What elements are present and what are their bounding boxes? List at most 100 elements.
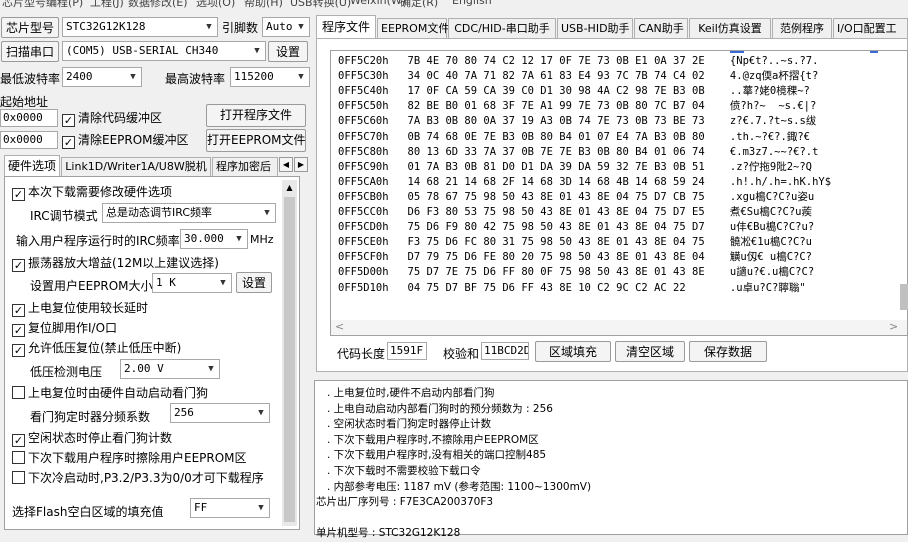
clear-region-button[interactable]: 清空区域 [615,341,685,362]
lvd-reset-checkbox[interactable]: ✓ 允许低压复位(禁止低压中断) [12,341,181,357]
reset-pin-io-checkbox[interactable]: ✓ 复位脚用作I/O口 [12,321,117,337]
hex-horizontal-scrollbar[interactable]: < > [331,320,907,335]
menu-item[interactable]: USB转换(U) [290,0,351,10]
code-start-address-input[interactable]: 0x0000 [0,109,58,127]
tab-can[interactable]: CAN助手 [634,18,688,39]
checkbox-box[interactable] [12,451,25,464]
tab-offline-writer[interactable]: Link1D/Writer1A/U8W脱机 [61,157,211,176]
tab-scroll-left-icon[interactable]: ◀ [279,157,293,172]
chevron-down-icon: ▼ [293,18,309,36]
idle-stop-wdt-checkbox[interactable]: ✓ 空闲状态时停止看门狗计数 [12,431,172,447]
tab-keil-debug[interactable]: Keil仿真设置 [689,18,771,39]
max-baud-select[interactable]: 115200 ▼ [230,67,310,87]
erase-eeprom-checkbox[interactable]: 下次下载用户程序时擦除用户EEPROM区 [12,451,247,465]
menu-item[interactable]: English [452,0,492,7]
hex-row: 0FF5C70h 0B 74 68 0E 7E B3 0B 80 B4 01 0… [338,130,810,143]
chip-type-button[interactable]: 芯片型号 [1,17,59,38]
options-scrollbar[interactable]: ▲ [282,180,297,526]
scan-port-button[interactable]: 扫描串口 [1,41,59,62]
hex-row: 0FF5CB0h 05 78 67 75 98 50 43 8E 01 43 8… [338,190,815,203]
checkbox-box[interactable]: ✓ [12,259,25,272]
wdt-divider-select[interactable]: 256 ▼ [170,403,270,423]
need-modify-hardware-checkbox[interactable]: ✓ 本次下载需要修改硬件选项 [12,185,172,201]
log-line: . 上电自动启动内部看门狗时的预分频数为 : 256 [327,402,553,415]
p32-cold-start-checkbox[interactable]: 下次冷启动时,P3.2/P3.3为0/0才可下载程序 [12,471,264,485]
log-line: . 下次下载用户程序时,没有相关的端口控制485 [327,449,547,462]
hex-row: 0FF5CE0h F3 75 D6 FC 80 31 75 98 50 43 8… [338,236,813,249]
eeprom-size-set-button[interactable]: 设置 [236,272,272,293]
tab-scroll-right-icon[interactable]: ▶ [294,157,308,172]
hex-vertical-scroll-thumb[interactable] [900,284,908,310]
menu-item[interactable]: 帮助(H) [244,0,283,10]
checkbox-box[interactable]: ✓ [62,114,75,127]
pin-count-value: Auto [266,20,293,33]
scroll-thumb[interactable] [284,197,295,522]
irc-frequency-input[interactable]: 30.000 ▼ [180,229,248,249]
checkbox-box[interactable] [12,386,25,399]
tab-examples[interactable]: 范例程序 [772,18,832,39]
port-settings-button[interactable]: 设置 [268,41,308,62]
checkbox-box[interactable]: ✓ [12,434,25,447]
tab-cdc-hid-serial[interactable]: CDC/HID-串口助手 [448,18,556,39]
irc-mode-select[interactable]: 总是动态调节IRC频率 ▼ [102,203,276,223]
chevron-down-icon: ▼ [253,499,269,517]
flash-fill-value: FF [194,501,208,514]
checkbox-box[interactable]: ✓ [12,188,25,201]
osc-gain-checkbox[interactable]: ✓ 振荡器放大增益(12M以上建议选择) [12,256,219,272]
open-eeprom-file-button[interactable]: 打开EEPROM文件 [206,129,306,152]
irc-mode-value: 总是动态调节IRC频率 [106,206,213,219]
clear-eeprom-buffer-checkbox[interactable]: ✓ 清除EEPROM缓冲区 [62,133,189,149]
tab-eeprom-file[interactable]: EEPROM文件 [377,18,449,39]
menu-item[interactable]: 数据修改(E) [128,0,188,10]
menu-item[interactable]: 工程(J) [90,0,124,10]
menu-item[interactable]: 编程(P) [46,0,83,10]
tab-io-config[interactable]: I/O口配置工 [833,18,908,39]
checkbox-box[interactable]: ✓ [12,304,25,317]
region-fill-button[interactable]: 区域填充 [535,341,611,362]
open-program-file-button[interactable]: 打开程序文件 [206,104,306,127]
save-data-button[interactable]: 保存数据 [689,341,767,362]
eeprom-size-label: 设置用户EEPROM大小 [30,279,153,293]
log-line: . 内部参考电压: 1187 mV (参考范围: 1100~1300mV) [327,480,592,493]
scroll-up-icon[interactable]: ▲ [282,180,297,196]
pin-count-select[interactable]: Auto ▼ [262,17,310,37]
menu-item[interactable]: Weixin(W) [350,0,406,7]
hex-row: 0FF5C50h 82 BE B0 01 68 3F 7E A1 99 7E 7… [338,100,817,113]
tab-encrypted-program[interactable]: 程序加密后 [212,157,278,176]
chevron-down-icon: ▼ [249,42,265,60]
checksum-value: 11BCD2D [481,342,529,360]
tab-program-file[interactable]: 程序文件 [316,15,376,39]
hex-row: 0FF5D10h 04 75 D7 BF 75 D6 FF 43 8E 10 C… [338,281,806,294]
tab-hardware-options[interactable]: 硬件选项 [4,155,60,177]
tab-usb-hid[interactable]: USB-HID助手 [557,18,633,39]
scroll-left-icon[interactable]: < [335,320,344,333]
menu-item[interactable]: 确定(R) [400,0,438,10]
log-line: . 下次下载时不需要校验下载口令 [327,465,481,477]
scroll-right-icon[interactable]: > [889,320,898,333]
checkbox-box[interactable]: ✓ [62,136,75,149]
eeprom-size-select[interactable]: 1 K ▼ [152,273,232,293]
pin-count-label: 引脚数 [222,21,259,35]
eeprom-start-address-input[interactable]: 0x0000 [0,131,58,149]
checkbox-box[interactable]: ✓ [12,324,25,337]
chip-type-select[interactable]: STC32G12K128 ▼ [62,17,218,37]
lvd-voltage-select[interactable]: 2.00 V ▼ [120,359,220,379]
chevron-down-icon: ▼ [231,230,247,248]
irc-mode-label: IRC调节模式 [30,209,98,223]
flash-fill-select[interactable]: FF ▼ [190,498,270,518]
checkbox-box[interactable]: ✓ [12,344,25,357]
hex-row: 0FF5CF0h D7 79 75 D6 FE 80 20 75 98 50 4… [338,251,813,264]
min-baud-select[interactable]: 2400 ▼ [62,67,142,87]
menu-item[interactable]: 芯片型号 [2,0,46,10]
long-reset-delay-checkbox[interactable]: ✓ 上电复位使用较长延时 [12,301,148,317]
chevron-down-icon: ▼ [201,18,217,36]
chevron-down-icon: ▼ [253,404,269,422]
wdt-auto-start-checkbox[interactable]: 上电复位时由硬件自动启动看门狗 [12,386,208,400]
menu-item[interactable]: 选项(O) [196,0,235,10]
checkbox-box[interactable] [12,471,25,484]
hex-row: 0FF5C20h 7B 4E 70 80 74 C2 12 17 0F 7E 7… [338,55,819,67]
lvd-reset-label: 允许低压复位(禁止低压中断) [28,341,182,355]
clear-code-buffer-checkbox[interactable]: ✓ 清除代码缓冲区 [62,111,162,127]
port-select[interactable]: (COM5) USB-SERIAL CH340 ▼ [62,41,266,61]
menu-bar: 芯片型号 编程(P) 工程(J) 数据修改(E) 选项(O) 帮助(H) USB转换(U) W… [0,0,908,10]
